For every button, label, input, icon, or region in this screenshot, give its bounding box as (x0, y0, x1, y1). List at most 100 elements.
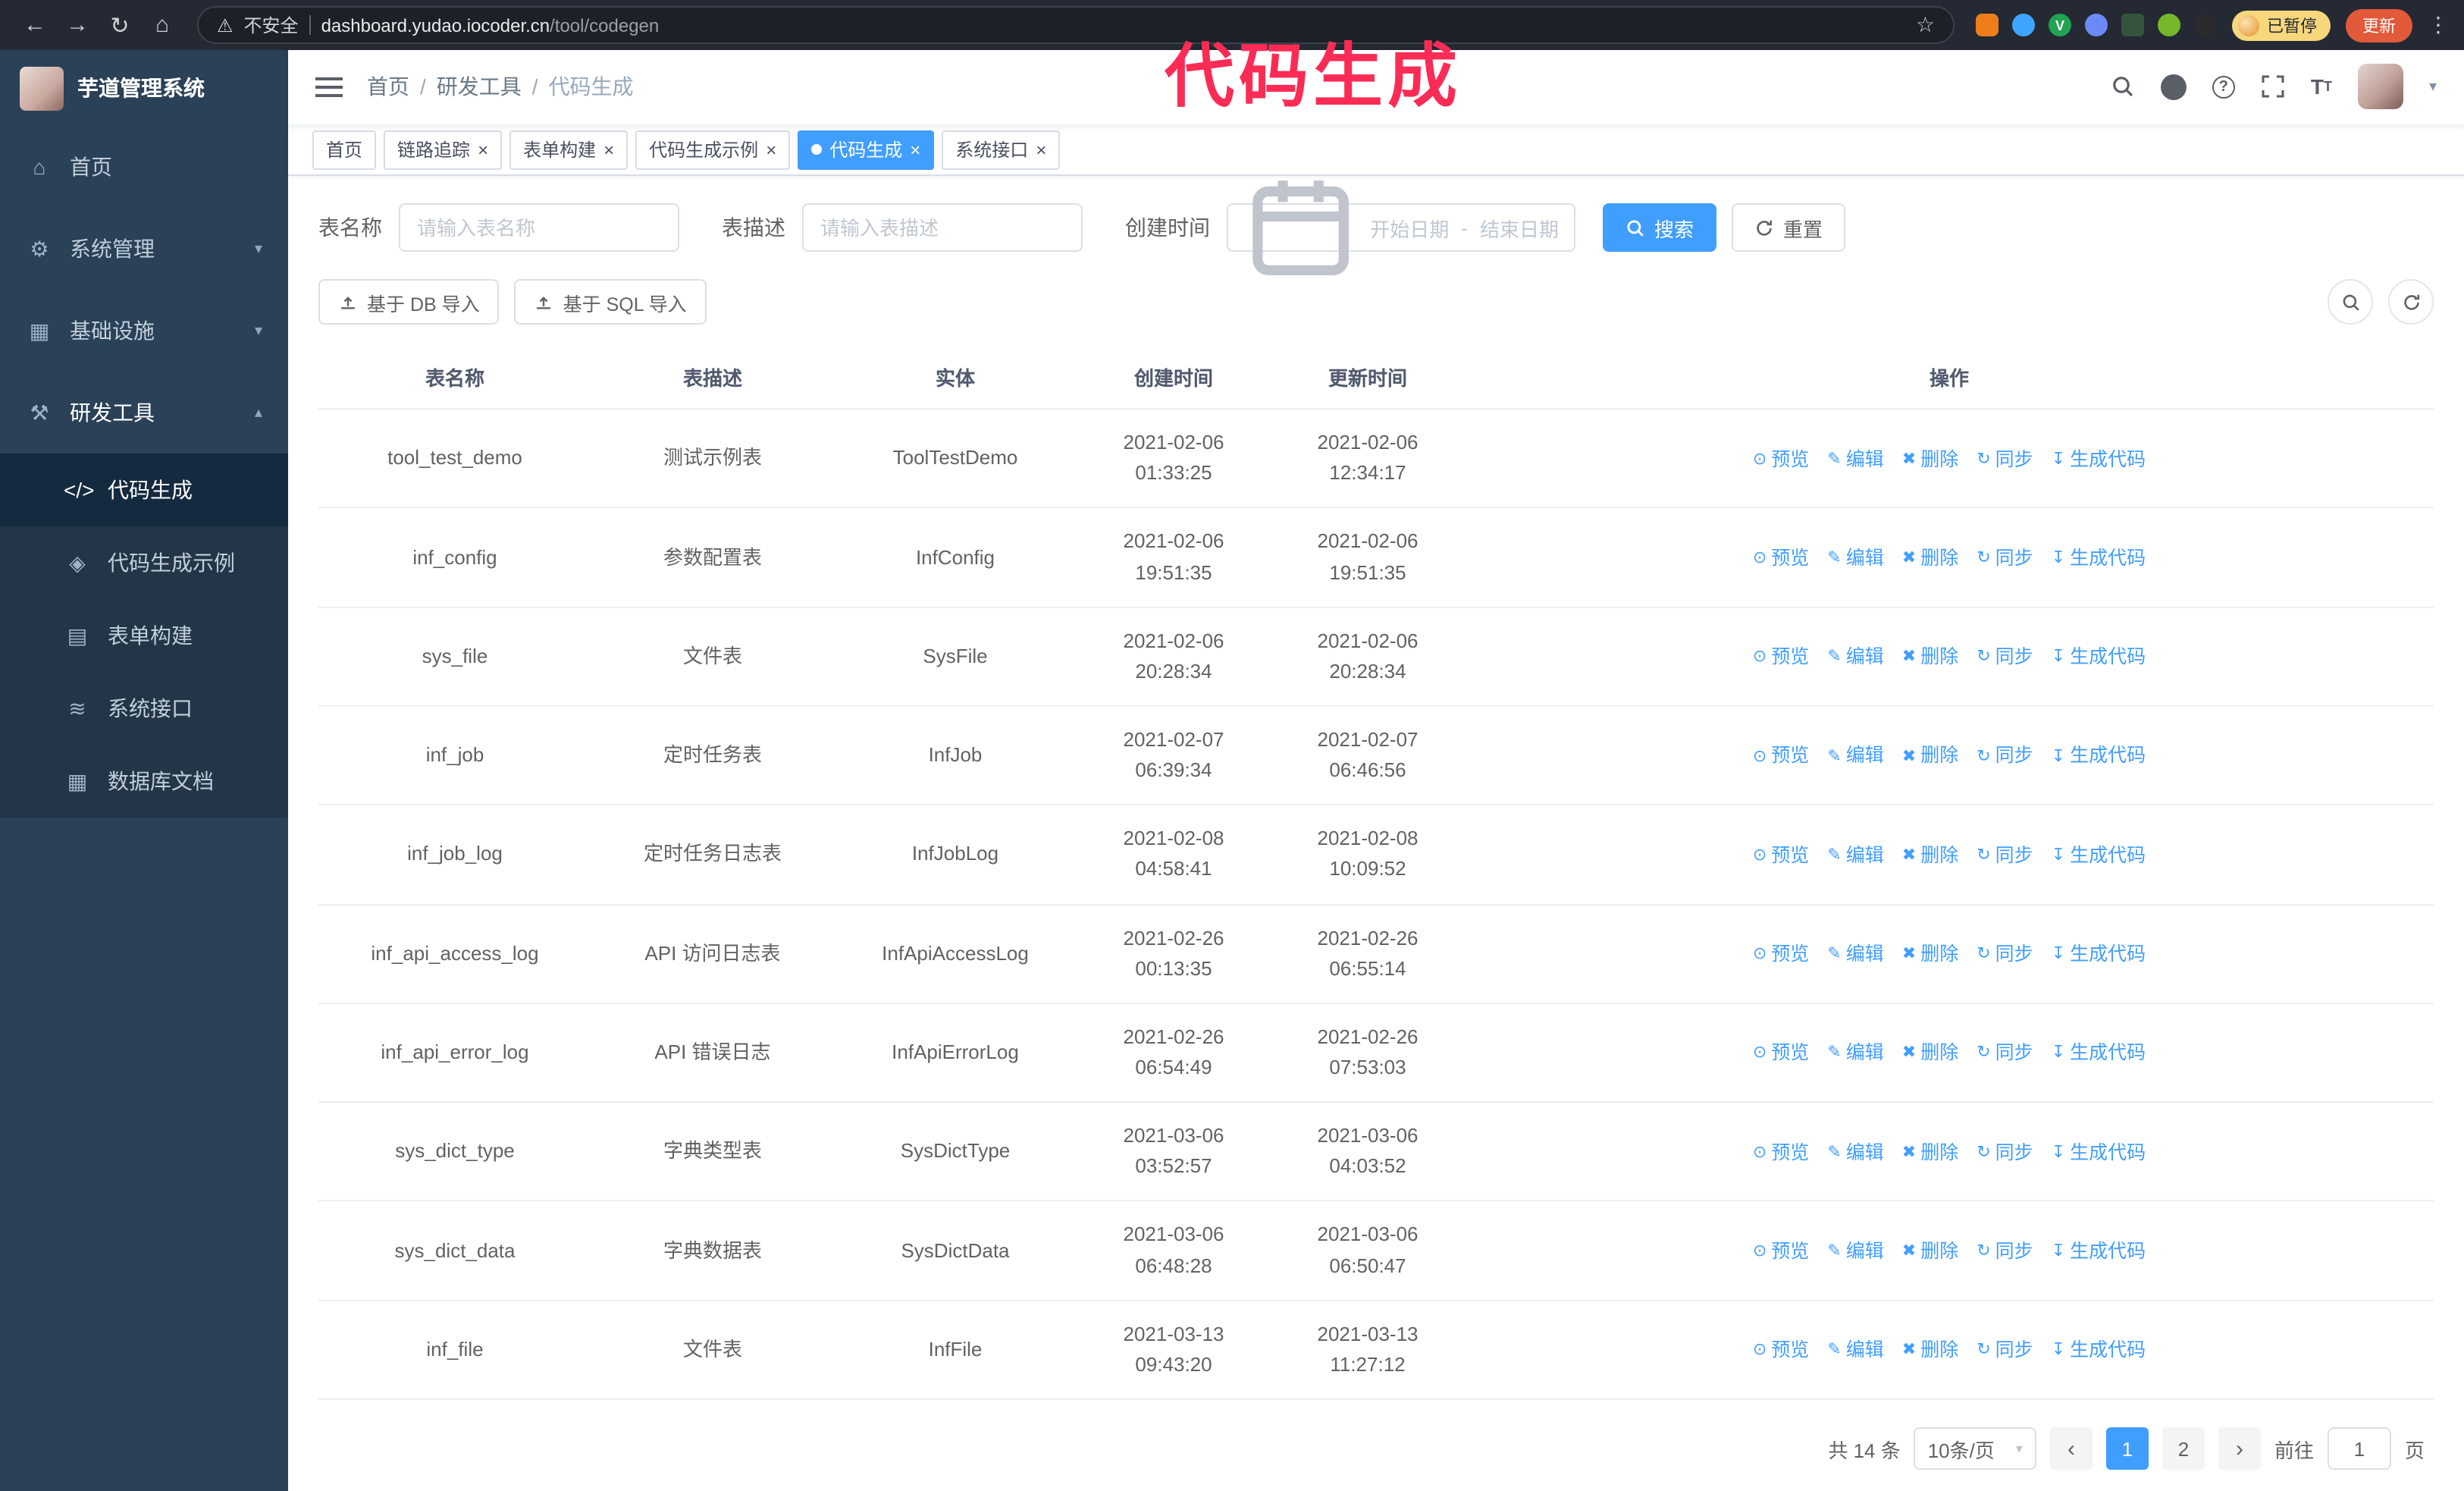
action-delete[interactable]: ✖ 删除 (1902, 841, 1958, 871)
extension-icon-3[interactable]: V (2049, 14, 2071, 36)
profile-paused-badge[interactable]: 已暂停 (2232, 10, 2331, 40)
extension-icon-5[interactable] (2121, 14, 2144, 36)
close-icon[interactable]: × (766, 141, 776, 159)
refresh-table-button[interactable] (2388, 279, 2434, 325)
action-preview[interactable]: ⊙ 预览 (1753, 1238, 1809, 1267)
table-desc-input[interactable] (802, 203, 1083, 253)
app-logo[interactable]: 芋道管理系统 (0, 50, 288, 126)
sidebar-item-home[interactable]: ⌂ 首页 (0, 126, 288, 208)
action-generate-code[interactable]: ↧ 生成代码 (2052, 643, 2146, 673)
action-preview[interactable]: ⊙ 预览 (1753, 1138, 1809, 1168)
extension-icon-7[interactable] (2194, 14, 2217, 36)
action-sync[interactable]: ↻ 同步 (1977, 940, 2033, 970)
sidebar-item-codegen[interactable]: </> 代码生成 (0, 454, 288, 526)
action-preview[interactable]: ⊙ 预览 (1753, 940, 1809, 970)
action-delete[interactable]: ✖ 删除 (1902, 1040, 1958, 1069)
user-menu-caret-icon[interactable]: ▾ (2429, 79, 2437, 96)
action-sync[interactable]: ↻ 同步 (1977, 643, 2033, 673)
action-edit[interactable]: ✎ 编辑 (1827, 545, 1883, 574)
action-preview[interactable]: ⊙ 预览 (1753, 445, 1809, 475)
action-delete[interactable]: ✖ 删除 (1902, 1336, 1958, 1366)
action-edit[interactable]: ✎ 编辑 (1827, 445, 1883, 475)
tab-5[interactable]: 代码生成 × (798, 130, 935, 170)
action-sync[interactable]: ↻ 同步 (1977, 841, 2033, 871)
close-icon[interactable]: × (603, 141, 614, 159)
action-delete[interactable]: ✖ 删除 (1902, 643, 1958, 673)
reset-button[interactable]: 重置 (1732, 203, 1846, 253)
action-generate-code[interactable]: ↧ 生成代码 (2052, 940, 2146, 970)
browser-back-icon[interactable]: ← (15, 12, 55, 38)
tab-4[interactable]: 代码生成示例 × (635, 130, 791, 170)
hamburger-icon[interactable] (315, 77, 343, 97)
action-generate-code[interactable]: ↧ 生成代码 (2052, 445, 2146, 475)
table-name-input[interactable] (399, 203, 679, 253)
toggle-search-button[interactable] (2328, 279, 2373, 325)
tab-3[interactable]: 表单构建 × (509, 130, 629, 170)
bookmark-star-icon[interactable]: ☆ (1916, 12, 1935, 38)
action-generate-code[interactable]: ↧ 生成代码 (2052, 841, 2146, 871)
action-preview[interactable]: ⊙ 预览 (1753, 742, 1809, 772)
browser-menu-icon[interactable]: ⋮ (2428, 12, 2449, 38)
action-generate-code[interactable]: ↧ 生成代码 (2052, 1238, 2146, 1267)
action-sync[interactable]: ↻ 同步 (1977, 1138, 2033, 1168)
browser-home-icon[interactable]: ⌂ (143, 12, 182, 38)
browser-forward-icon[interactable]: → (58, 12, 97, 38)
breadcrumb-item[interactable]: 首页 (367, 72, 409, 102)
action-generate-code[interactable]: ↧ 生成代码 (2052, 545, 2146, 574)
font-size-icon[interactable]: TT (2311, 75, 2332, 99)
action-generate-code[interactable]: ↧ 生成代码 (2052, 1040, 2146, 1069)
fullscreen-icon[interactable] (2261, 75, 2285, 99)
close-icon[interactable]: × (478, 141, 488, 159)
action-edit[interactable]: ✎ 编辑 (1827, 643, 1883, 673)
search-icon[interactable] (2111, 75, 2135, 99)
action-edit[interactable]: ✎ 编辑 (1827, 841, 1883, 871)
action-delete[interactable]: ✖ 删除 (1902, 1238, 1958, 1267)
close-icon[interactable]: × (1036, 141, 1046, 159)
close-icon[interactable]: × (910, 141, 920, 159)
action-edit[interactable]: ✎ 编辑 (1827, 1336, 1883, 1366)
prev-page-button[interactable]: ‹ (2049, 1427, 2093, 1470)
sidebar-item-infra[interactable]: ▦ 基础设施 ▾ (0, 290, 288, 372)
action-delete[interactable]: ✖ 删除 (1902, 545, 1958, 574)
help-icon[interactable]: ? (2212, 75, 2235, 99)
action-delete[interactable]: ✖ 删除 (1902, 742, 1958, 772)
sidebar-item-system[interactable]: ⚙ 系统管理 ▾ (0, 208, 288, 290)
import-sql-button[interactable]: 基于 SQL 导入 (514, 279, 707, 325)
github-icon[interactable] (2160, 74, 2187, 100)
breadcrumb-item[interactable]: 研发工具 (437, 72, 522, 102)
browser-refresh-icon[interactable]: ↻ (100, 11, 140, 39)
action-delete[interactable]: ✖ 删除 (1902, 1138, 1958, 1168)
import-db-button[interactable]: 基于 DB 导入 (318, 279, 500, 325)
action-edit[interactable]: ✎ 编辑 (1827, 742, 1883, 772)
action-preview[interactable]: ⊙ 预览 (1753, 1040, 1809, 1069)
action-generate-code[interactable]: ↧ 生成代码 (2052, 1138, 2146, 1168)
action-edit[interactable]: ✎ 编辑 (1827, 1238, 1883, 1267)
address-bar[interactable]: ⚠ 不安全 dashboard.yudao.iocoder.cn/tool/co… (197, 6, 1955, 44)
sidebar-item-api[interactable]: ≋ 系统接口 (0, 672, 288, 745)
action-preview[interactable]: ⊙ 预览 (1753, 841, 1809, 871)
tab-6[interactable]: 系统接口 × (942, 130, 1061, 170)
sidebar-item-codegen-example[interactable]: ◈ 代码生成示例 (0, 526, 288, 599)
action-sync[interactable]: ↻ 同步 (1977, 445, 2033, 475)
sidebar-item-form-build[interactable]: ▤ 表单构建 (0, 599, 288, 672)
extension-icon-2[interactable] (2012, 14, 2035, 36)
next-page-button[interactable]: › (2218, 1427, 2261, 1470)
page-button-2[interactable]: 2 (2161, 1427, 2205, 1470)
action-delete[interactable]: ✖ 删除 (1902, 445, 1958, 475)
action-sync[interactable]: ↻ 同步 (1977, 1040, 2033, 1069)
tab-2[interactable]: 链路追踪 × (384, 130, 503, 170)
search-button[interactable]: 搜索 (1603, 203, 1717, 253)
action-preview[interactable]: ⊙ 预览 (1753, 1336, 1809, 1366)
page-button-1[interactable]: 1 (2105, 1427, 2149, 1470)
action-edit[interactable]: ✎ 编辑 (1827, 940, 1883, 970)
extension-icon-4[interactable] (2085, 14, 2108, 36)
action-sync[interactable]: ↻ 同步 (1977, 742, 2033, 772)
action-edit[interactable]: ✎ 编辑 (1827, 1138, 1883, 1168)
action-preview[interactable]: ⊙ 预览 (1753, 643, 1809, 673)
action-sync[interactable]: ↻ 同步 (1977, 1336, 2033, 1366)
extension-icon-1[interactable] (1976, 14, 1998, 36)
action-sync[interactable]: ↻ 同步 (1977, 545, 2033, 574)
action-delete[interactable]: ✖ 删除 (1902, 940, 1958, 970)
sidebar-item-devtools[interactable]: ⚒ 研发工具 ▴ (0, 372, 288, 454)
action-edit[interactable]: ✎ 编辑 (1827, 1040, 1883, 1069)
